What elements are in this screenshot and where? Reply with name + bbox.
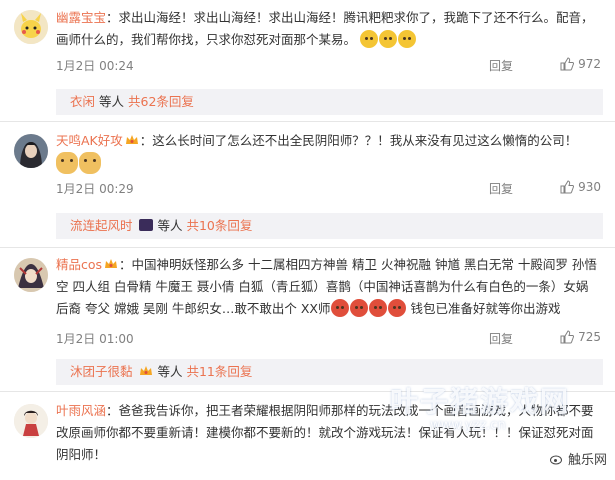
sub-reply-text: 等人 (99, 94, 125, 109)
username-link[interactable]: 叶雨风涵 (56, 403, 106, 418)
sub-reply-text: 等人 (157, 364, 183, 379)
username-link[interactable]: 幽露宝宝 (56, 10, 106, 25)
crying-face-emoji (379, 30, 397, 48)
reply-button[interactable]: 回复 (489, 180, 513, 197)
sub-replies-box[interactable]: 流连起风时 等人 共10条回复 (56, 213, 603, 239)
comment-meta: 1月2日 01:00 回复 725 (56, 330, 601, 350)
sub-reply-text: 等人 (157, 218, 183, 233)
sub-reply-count[interactable]: 共10条回复 (186, 218, 252, 233)
angry-face-emoji (387, 299, 406, 317)
comment-text-tail: 钱包已准备好就等你出游戏 (410, 301, 561, 316)
vip-crown-icon (125, 135, 138, 144)
like-count: 972 (578, 57, 601, 71)
weibo-logo-icon (549, 455, 562, 465)
angry-face-emoji (330, 299, 349, 317)
like-button[interactable]: 930 (560, 180, 601, 194)
thumbs-up-icon (560, 180, 575, 194)
angry-face-emoji (368, 299, 387, 317)
divider (0, 121, 615, 122)
thumbs-up-icon (560, 330, 575, 344)
reply-button[interactable]: 回复 (489, 57, 513, 74)
user-avatar[interactable] (14, 10, 48, 44)
sub-reply-user[interactable]: 流连起风时 (70, 218, 133, 233)
username-link[interactable]: 精品cos (56, 257, 102, 272)
comment-body: 精品cos ：中国神明妖怪那么多 十二属相四方神兽 精卫 火神祝融 钟馗 黑白无常… (56, 254, 603, 320)
doge-emoji (79, 152, 101, 174)
like-count: 725 (578, 330, 601, 344)
night-badge-icon (138, 219, 153, 231)
comment-text: ：这么长时间了怎么还不出全民阴阳师？？！我从来没有见过这么懒惰的公司！ (139, 133, 578, 148)
comment-body: 幽露宝宝：求出山海经！求出山海经！求出山海经！腾讯粑粑求你了，我跪下了还不行么。… (56, 7, 603, 51)
user-avatar[interactable] (14, 404, 48, 438)
watermark-logo: 叶子猪游戏网 (390, 385, 571, 418)
divider (0, 247, 615, 248)
sub-reply-user[interactable]: 沐团子很黏 (70, 364, 133, 379)
comment-date: 1月2日 01:00 (56, 332, 134, 346)
reply-button[interactable]: 回复 (489, 330, 513, 347)
sad-face-emoji (360, 30, 378, 48)
like-button[interactable]: 725 (560, 330, 601, 344)
user-avatar[interactable] (14, 134, 48, 168)
watermark-url: www.yzz.cn (430, 418, 506, 433)
like-button[interactable]: 972 (560, 57, 601, 71)
sub-reply-count[interactable]: 共11条回复 (186, 364, 252, 379)
vip-crown-icon (139, 366, 152, 375)
comment-body: 天鸣AK好攻 ：这么长时间了怎么还不出全民阴阳师？？！我从来没有见过这么懒惰的公司… (56, 130, 603, 177)
comment-text: ：求出山海经！求出山海经！求出山海经！腾讯粑粑求你了，我跪下了还不行么。配音，画… (56, 10, 594, 47)
site-mark-text: 触乐网 (567, 453, 607, 468)
username-link[interactable]: 天鸣AK好攻 (56, 133, 123, 148)
sub-replies-box[interactable]: 衣闲 等人 共62条回复 (56, 89, 603, 115)
vip-crown-icon (105, 259, 118, 268)
comment-date: 1月2日 00:24 (56, 59, 134, 73)
sub-reply-user[interactable]: 衣闲 (70, 94, 95, 109)
sub-reply-count[interactable]: 共62条回复 (128, 94, 194, 109)
comment-date: 1月2日 00:29 (56, 182, 134, 196)
thumbs-up-icon (560, 57, 575, 71)
site-watermark: 触乐网 (549, 449, 607, 468)
comment-meta: 1月2日 00:29 回复 930 (56, 180, 601, 200)
crying-face-emoji (398, 30, 416, 48)
user-avatar[interactable] (14, 258, 48, 292)
comment-meta: 1月2日 00:24 回复 972 (56, 57, 601, 77)
like-count: 930 (578, 180, 601, 194)
angry-face-emoji (349, 299, 368, 317)
doge-emoji (56, 152, 78, 174)
